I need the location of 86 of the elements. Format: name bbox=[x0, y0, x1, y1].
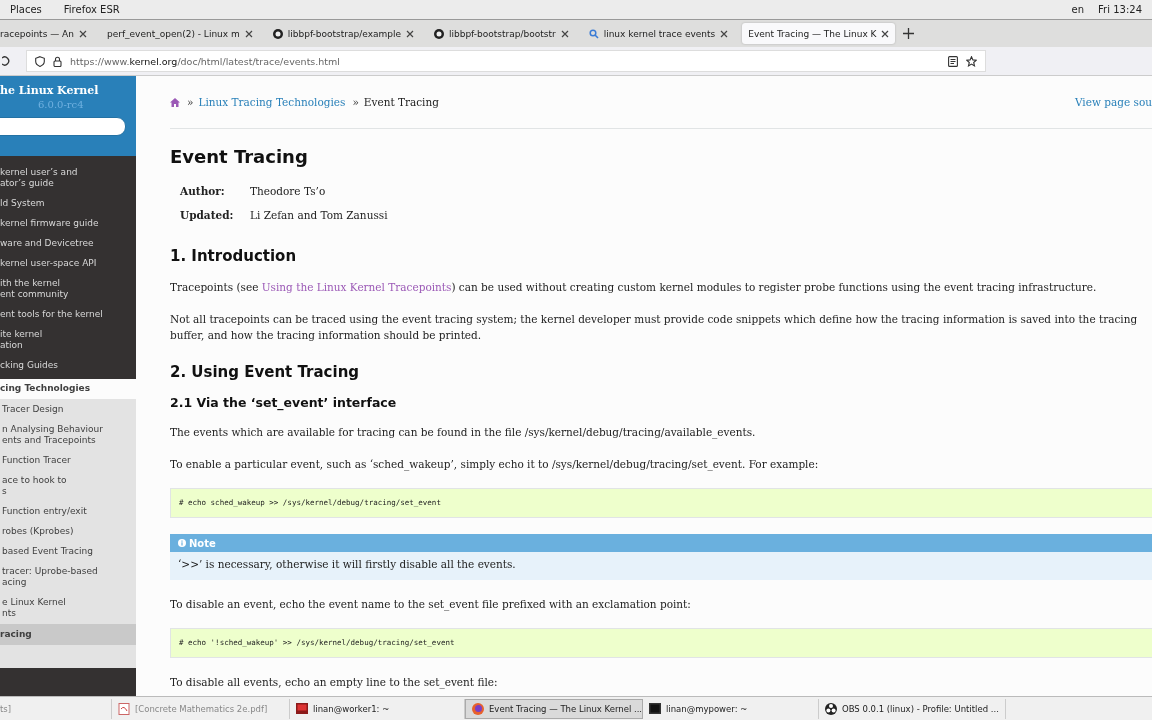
menu-item[interactable]: Firefox ESR bbox=[63, 4, 120, 15]
taskbar-button[interactable]: OBS 0.0.1 (linux) - Profile: Untitled ... bbox=[819, 698, 1006, 719]
search-field[interactable] bbox=[0, 117, 126, 136]
paragraph: Tracepoints (see Using the Linux Kernel Tracepoints) can be used without creating custom kernel modules to register probe functions using the event tracing infrastructure. bbox=[170, 280, 1098, 295]
nav-link[interactable]: kernel user’s and ator’s guide bbox=[0, 167, 136, 198]
tab-title: racepoints — An bbox=[0, 28, 74, 39]
paragraph: To enable a particular event, such as ‘sched_wakeup’, simply echo it to /sys/kernel/debug/tracing/set_event. For example: bbox=[170, 457, 820, 472]
field-label: Author: bbox=[180, 184, 226, 199]
nav-link[interactable]: n Analysing Behaviour ents and Tracepoints bbox=[0, 419, 136, 450]
field-value: Li Zefan and Tom Zanussi bbox=[250, 208, 388, 223]
view-source-link[interactable]: View page sou bbox=[1074, 96, 1152, 108]
note-title: Note bbox=[189, 537, 216, 549]
breadcrumb-link[interactable]: Linux Tracing Technologies bbox=[198, 96, 346, 108]
terminal-icon bbox=[296, 702, 308, 715]
nav-link[interactable]: tracer: Uprobe-based acing bbox=[0, 561, 136, 592]
browser-tab[interactable]: perf_event_open(2) - Linux m bbox=[100, 23, 259, 44]
close-icon[interactable] bbox=[406, 29, 414, 38]
breadcrumb-current: Event Tracing bbox=[363, 96, 439, 108]
close-icon[interactable] bbox=[720, 29, 729, 38]
recorder-icon bbox=[825, 702, 837, 715]
taskbar-button[interactable]: Event Tracing — The Linux Kernel ... bbox=[465, 698, 643, 719]
close-icon[interactable] bbox=[560, 29, 569, 38]
browser-icon bbox=[472, 702, 484, 715]
tab-title: Event Tracing — The Linux K bbox=[748, 28, 877, 39]
site-title[interactable]: he Linux Kernel bbox=[0, 84, 136, 97]
link[interactable]: Using the Linux Kernel Tracepoints bbox=[261, 281, 452, 293]
new-tab-icon[interactable] bbox=[903, 28, 915, 39]
url-text: https://www.kernel.org/doc/html/latest/trace/events.html bbox=[70, 55, 340, 67]
browser-tab[interactable]: libbpf-bootstrap/example bbox=[266, 23, 420, 44]
section-heading: 1. Introduction bbox=[170, 247, 298, 265]
nav-link[interactable]: kernel user-space API bbox=[0, 258, 136, 278]
nav-link[interactable]: ace to hook to s bbox=[0, 470, 136, 501]
note-text: ‘>>’ is necessary, otherwise it will firstly disable all the events. bbox=[170, 552, 1152, 580]
breadcrumb-separator: » bbox=[352, 96, 359, 108]
lock-icon bbox=[53, 55, 62, 67]
nav-link[interactable]: cing Technologies bbox=[0, 379, 136, 399]
address-field[interactable]: https://www.kernel.org/doc/html/latest/trace/events.html bbox=[26, 50, 986, 72]
breadcrumb-separator: » bbox=[187, 96, 194, 108]
close-icon[interactable] bbox=[244, 29, 253, 38]
nav-link[interactable]: ld System bbox=[0, 198, 136, 218]
nav-link[interactable]: robes (Kprobes) bbox=[0, 521, 136, 541]
search-icon bbox=[588, 28, 599, 39]
terminal-icon bbox=[649, 702, 661, 715]
subsection-heading: 2.1 Via the ‘set_event’ interface bbox=[170, 395, 398, 410]
section-heading: 2. Using Event Tracing bbox=[170, 363, 361, 381]
nav-link[interactable]: e Linux Kernel nts bbox=[0, 592, 136, 623]
clock[interactable]: Fri 13:24 bbox=[1098, 4, 1142, 15]
tab-title: perf_event_open(2) - Linux m bbox=[106, 28, 240, 39]
page-heading: Event Tracing bbox=[170, 146, 309, 167]
paragraph: The events which are available for tracing can be found in the file /sys/kernel/debug/tracing/available_events. bbox=[170, 425, 757, 440]
tab-title: libbpf-bootstrap/bootstr bbox=[449, 28, 556, 39]
nav-link[interactable]: ent tools for the kernel bbox=[0, 309, 136, 329]
browser-tab[interactable]: linux kernel trace events bbox=[582, 23, 735, 44]
field-value: Theodore Ts’o bbox=[250, 184, 326, 199]
nav-link[interactable]: ware and Devicetree bbox=[0, 238, 136, 258]
nav-link[interactable]: based Event Tracing bbox=[0, 541, 136, 561]
nav-link[interactable]: racing bbox=[0, 624, 136, 645]
nav-link[interactable]: ite kernel ation bbox=[0, 329, 136, 360]
close-icon[interactable] bbox=[881, 29, 890, 38]
info-icon bbox=[178, 539, 186, 547]
nav-link[interactable]: Function entry/exit bbox=[0, 501, 136, 521]
menu-item[interactable]: Places bbox=[10, 4, 42, 15]
shield-icon bbox=[35, 55, 45, 67]
version-label: 6.0.0-rc4 bbox=[38, 99, 85, 110]
nav-link[interactable]: ith the kernel ent community bbox=[0, 278, 136, 309]
keyboard-layout[interactable]: en bbox=[1071, 4, 1085, 15]
tab-title: libbpf-bootstrap/example bbox=[287, 28, 401, 39]
browser-tab[interactable]: racepoints — An bbox=[0, 23, 93, 44]
paragraph: To disable all events, echo an empty line to the set_event file: bbox=[170, 675, 499, 690]
close-icon[interactable] bbox=[78, 29, 87, 38]
taskbar-button[interactable]: linan@mypower: ~ bbox=[643, 698, 819, 719]
nav-link[interactable]: Function Tracer bbox=[0, 450, 136, 470]
nav-link[interactable]: Tracer Design bbox=[0, 399, 136, 419]
star-icon[interactable] bbox=[966, 55, 977, 67]
field-label: Updated: bbox=[180, 208, 235, 223]
tab-title: linux kernel trace events bbox=[603, 28, 716, 39]
reader-view-icon[interactable] bbox=[948, 55, 958, 67]
paragraph: Not all tracepoints can be traced using the event tracing system; the kernel developer must provide code snippets which define how the tracing information is saved into the tracing buffer, and how the tracing information should be printed. bbox=[170, 312, 1139, 343]
nav-link[interactable]: kernel firmware guide bbox=[0, 218, 136, 238]
home-icon[interactable] bbox=[170, 97, 180, 107]
document-icon bbox=[118, 702, 130, 715]
browser-tab[interactable]: libbpf-bootstrap/bootstr bbox=[428, 23, 575, 44]
browser-tab[interactable]: Event Tracing — The Linux K bbox=[742, 23, 896, 44]
reload-icon[interactable] bbox=[2, 55, 10, 67]
paragraph: To disable an event, echo the event name to the set_event file prefixed with an exclamation point: bbox=[170, 597, 692, 612]
nav-link[interactable]: cking Guides bbox=[0, 360, 136, 380]
